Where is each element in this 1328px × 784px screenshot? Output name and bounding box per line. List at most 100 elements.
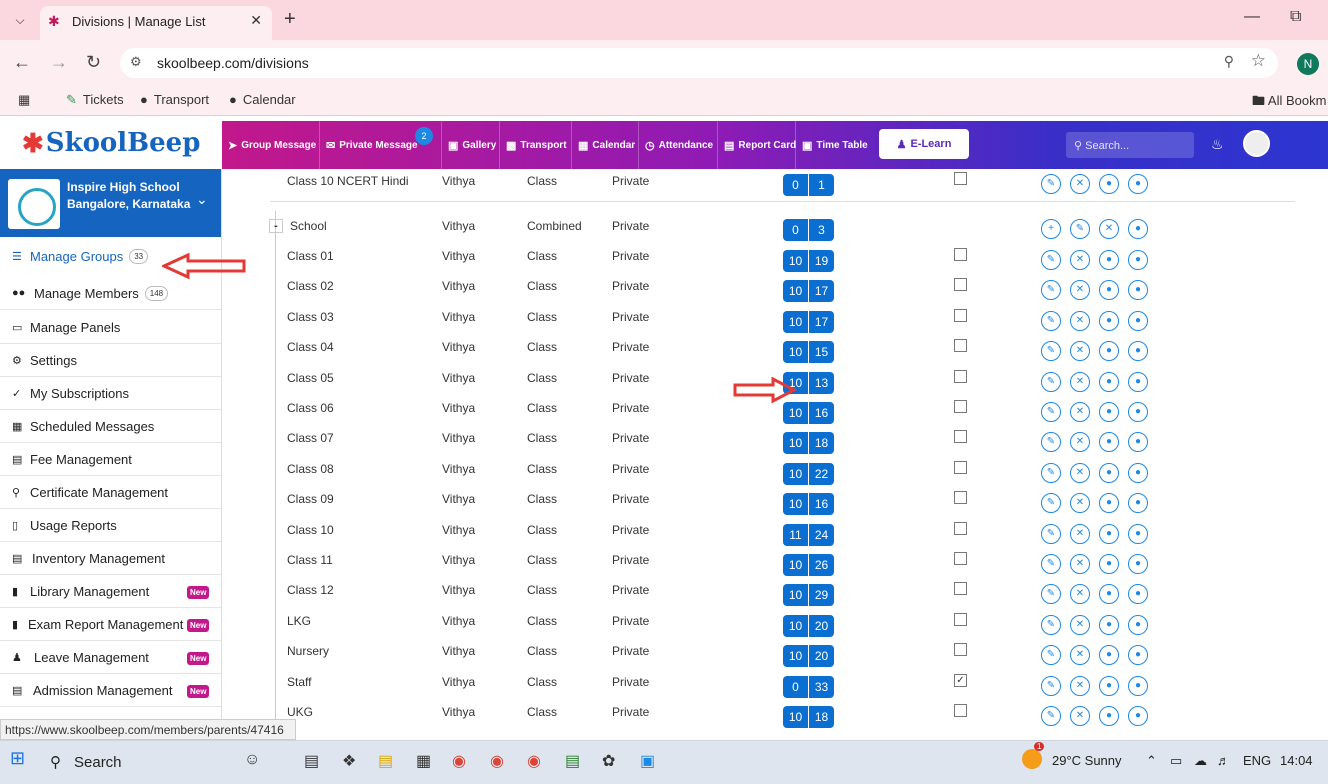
table-row[interactable]: Class 04 Vithya Class Private 10 15 ✎ ✕ ● ● [222, 339, 1328, 369]
table-row[interactable]: Class 12 Vithya Class Private 10 29 ✎ ✕ ● ● [222, 582, 1328, 612]
user-avatar[interactable] [1243, 130, 1270, 157]
chrome-icon[interactable]: ◉ [527, 751, 541, 771]
sidebar-item-settings[interactable]: ⚙ Settings [0, 344, 221, 377]
parents-icon[interactable]: ● [1128, 310, 1148, 331]
member-count-pill[interactable]: 10 15 [783, 341, 834, 364]
remove-icon[interactable]: ✕ [1070, 174, 1090, 194]
language-indicator[interactable]: ENG [1243, 753, 1271, 768]
member-count-pill[interactable]: 10 29 [783, 584, 834, 607]
nav-attendance[interactable]: ◷ Attendance [639, 121, 718, 169]
members-icon[interactable]: ● [1099, 310, 1119, 331]
search-input[interactable]: ⚲ Search... [1066, 132, 1194, 158]
school-switcher[interactable]: Inspire High School Bangalore, Karnataka… [0, 169, 221, 237]
sidebar-item-leave-management[interactable]: ♟ Leave Management New [0, 641, 221, 674]
forward-icon[interactable]: → [50, 52, 68, 73]
group-name[interactable]: Class 06 [287, 401, 334, 415]
row-checkbox[interactable] [954, 612, 967, 626]
row-checkbox[interactable]: ✓ [954, 673, 967, 687]
notepad-icon[interactable]: ▤ [565, 751, 580, 771]
remove-icon[interactable]: ✕ [1070, 614, 1090, 635]
row-checkbox[interactable] [954, 369, 967, 383]
row-checkbox[interactable] [954, 278, 967, 292]
tray-cloud-icon[interactable]: ☁ [1194, 753, 1207, 769]
bookmark-tickets[interactable]: ✎ Tickets [66, 92, 124, 108]
parents-icon[interactable]: ● [1128, 462, 1148, 483]
member-count-pill[interactable]: 10 18 [783, 432, 834, 455]
all-bookmarks[interactable]: 🖿 All Bookm [1252, 92, 1326, 114]
remove-icon[interactable]: ✕ [1070, 432, 1090, 453]
sidebar-item-library-management[interactable]: ▮ Library Management New [0, 575, 221, 608]
row-checkbox[interactable] [954, 308, 967, 322]
parents-icon[interactable]: ● [1128, 584, 1148, 605]
member-count-pill[interactable]: 10 19 [783, 250, 834, 272]
sidebar-item-manage-panels[interactable]: ▭ Manage Panels [0, 311, 221, 344]
member-count-pill[interactable]: 10 18 [783, 706, 834, 728]
remove-icon[interactable]: ✕ [1070, 250, 1090, 270]
weather-text[interactable]: 29°C Sunny [1052, 753, 1122, 768]
sidebar-item-scheduled-messages[interactable]: ▦ Scheduled Messages [0, 410, 221, 443]
table-row[interactable]: LKG Vithya Class Private 10 20 ✎ ✕ ● ● [222, 612, 1328, 643]
sidebar-item-manage-members[interactable]: ●● Manage Members 148 [0, 277, 221, 310]
remove-icon[interactable]: ✕ [1070, 523, 1090, 544]
remove-icon[interactable]: ✕ [1070, 584, 1090, 605]
remove-icon[interactable]: ✕ [1070, 493, 1090, 514]
members-icon[interactable]: ● [1099, 493, 1119, 514]
table-row[interactable]: Class 09 Vithya Class Private 10 16 ✎ ✕ ● ● [222, 491, 1328, 521]
sidebar-item-usage-reports[interactable]: ▯ Usage Reports [0, 509, 221, 542]
member-count-pill[interactable]: 10 16 [783, 402, 834, 424]
row-checkbox[interactable] [954, 704, 967, 717]
remove-icon[interactable]: ✕ [1070, 706, 1090, 726]
parents-icon[interactable]: ● [1128, 645, 1148, 666]
back-icon[interactable]: ← [13, 52, 31, 73]
parents-icon[interactable]: ● [1128, 706, 1148, 726]
member-count-pill[interactable]: 11 24 [783, 523, 834, 546]
members-icon[interactable]: ● [1099, 341, 1119, 362]
skoolbeep-logo[interactable]: ✱ SkoolBeep [0, 117, 222, 169]
edit-icon[interactable]: ✎ [1041, 675, 1061, 696]
group-name[interactable]: Class 05 [287, 371, 334, 385]
member-count-pill[interactable]: 10 20 [783, 614, 834, 637]
tray-device-icon[interactable]: ▭ [1170, 753, 1182, 769]
add-icon[interactable]: + [1041, 219, 1061, 239]
members-icon[interactable]: ● [1099, 645, 1119, 666]
member-count-pill[interactable]: 10 16 [783, 493, 834, 516]
row-checkbox[interactable] [954, 521, 967, 535]
table-row[interactable]: Class 07 Vithya Class Private 10 18 ✎ ✕ ● ● [222, 430, 1328, 460]
members-icon[interactable]: ● [1099, 523, 1119, 544]
parents-icon[interactable]: ● [1128, 675, 1148, 696]
clock[interactable]: 14:04 [1280, 753, 1313, 768]
close-tab-icon[interactable]: ✕ [250, 12, 262, 29]
edit-icon[interactable]: ✎ [1041, 174, 1061, 194]
table-row-group[interactable]: - School Vithya Combined Private 03 + ✎ … [222, 218, 1328, 248]
remove-icon[interactable]: ✕ [1070, 280, 1090, 301]
group-name[interactable]: Class 09 [287, 492, 334, 506]
edit-icon[interactable]: ✎ [1041, 706, 1061, 726]
remove-icon[interactable]: ✕ [1070, 645, 1090, 666]
member-count-pill[interactable]: 03 [783, 219, 834, 241]
edit-icon[interactable]: ✎ [1041, 280, 1061, 301]
parents-icon[interactable]: ● [1128, 432, 1148, 453]
row-checkbox[interactable] [954, 460, 967, 474]
members-icon[interactable]: ● [1099, 675, 1119, 696]
members-icon[interactable]: ● [1099, 432, 1119, 453]
row-checkbox[interactable] [954, 248, 967, 261]
url-text[interactable]: skoolbeep.com/divisions [157, 55, 309, 71]
table-row[interactable]: Class 01 Vithya Class Private 10 19 ✎ ✕ ● ● [222, 248, 1328, 278]
group-name[interactable]: Class 04 [287, 340, 334, 354]
group-name[interactable]: Nursery [287, 644, 329, 658]
group-name[interactable]: LKG [287, 614, 311, 628]
copilot-figure-icon[interactable]: ☺ [244, 751, 260, 769]
edit-icon[interactable]: ✎ [1041, 402, 1061, 422]
member-count-pill[interactable]: 0 33 [783, 675, 834, 698]
edit-icon[interactable]: ✎ [1041, 371, 1061, 392]
edit-icon[interactable]: ✎ [1041, 250, 1061, 270]
group-name[interactable]: Class 03 [287, 310, 334, 324]
edit-icon[interactable]: ✎ [1041, 432, 1061, 453]
remove-icon[interactable]: ✕ [1070, 341, 1090, 362]
nav-transport[interactable]: ▩ Transport [500, 121, 572, 169]
minimize-icon[interactable]: — [1244, 8, 1260, 26]
table-row[interactable]: Class 03 Vithya Class Private 10 17 ✎ ✕ ● ● [222, 308, 1328, 339]
sidebar-item-admission-management[interactable]: ▤ Admission Management New [0, 674, 221, 707]
bell-icon[interactable]: ♨ [1211, 136, 1224, 153]
sidebar-item-inventory-management[interactable]: ▤ Inventory Management [0, 542, 221, 575]
